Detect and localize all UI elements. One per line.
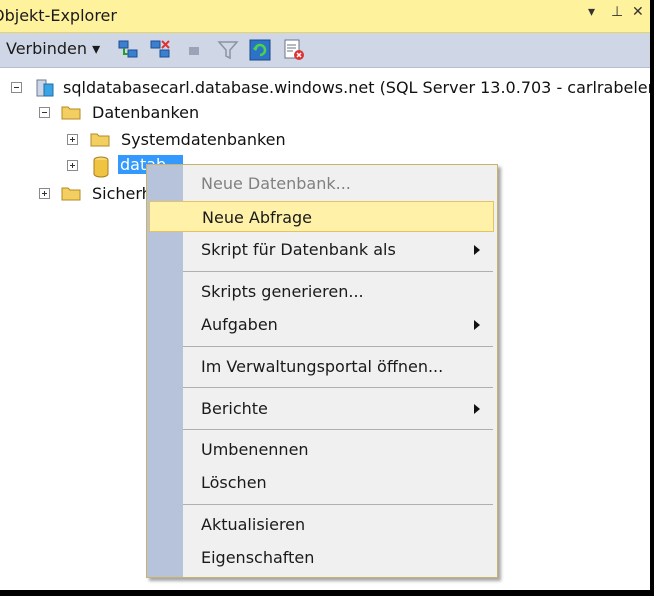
- database-icon: [93, 156, 109, 178]
- menu-item-new-database[interactable]: Neue Datenbank...: [149, 168, 494, 199]
- connect-object-explorer-icon[interactable]: [116, 38, 140, 62]
- collapse-server-icon[interactable]: [11, 82, 22, 93]
- menu-item-rename[interactable]: Umbenennen: [149, 434, 494, 465]
- menu-item-refresh[interactable]: Aktualisieren: [149, 509, 494, 540]
- menu-separator: [183, 429, 493, 430]
- auto-hide-pin-icon[interactable]: ⊥: [611, 4, 623, 20]
- submenu-arrow-icon: [474, 320, 480, 330]
- window-position-icon[interactable]: ▾: [588, 4, 595, 20]
- menu-separator: [183, 504, 493, 505]
- tree-node-databases[interactable]: Datenbanken: [0, 102, 300, 126]
- menu-item-open-management-portal[interactable]: Im Verwaltungsportal öffnen...: [149, 351, 494, 382]
- refresh-icon[interactable]: [248, 38, 272, 62]
- menu-item-tasks[interactable]: Aufgaben: [149, 309, 494, 340]
- menu-separator: [183, 271, 493, 272]
- menu-separator: [183, 346, 493, 347]
- menu-item-new-query[interactable]: Neue Abfrage: [149, 201, 494, 232]
- stop-icon[interactable]: [182, 38, 206, 62]
- security-label: Sicherh: [92, 184, 152, 203]
- expand-security-icon[interactable]: [39, 188, 50, 199]
- submenu-arrow-icon: [474, 245, 480, 255]
- folder-icon: [61, 187, 81, 201]
- expand-database-icon[interactable]: [67, 160, 78, 171]
- tree-node-system-databases[interactable]: Systemdatenbanken: [0, 129, 300, 153]
- submenu-arrow-icon: [474, 404, 480, 414]
- folder-icon: [90, 133, 110, 147]
- folder-icon: [61, 106, 81, 120]
- collapse-databases-icon[interactable]: [39, 107, 50, 118]
- toolbar: Verbinden ▾: [0, 33, 650, 68]
- menu-item-script-database-as[interactable]: Skript für Datenbank als: [149, 234, 494, 265]
- panel-title-bar: Objekt-Explorer ▾ ⊥ ✕: [0, 0, 650, 33]
- close-icon[interactable]: ✕: [632, 4, 644, 20]
- menu-item-delete[interactable]: Löschen: [149, 467, 494, 498]
- filter-icon[interactable]: [216, 38, 240, 62]
- disconnect-icon[interactable]: [148, 38, 172, 62]
- menu-item-reports[interactable]: Berichte: [149, 393, 494, 424]
- connect-button[interactable]: Verbinden ▾: [6, 39, 100, 58]
- activity-monitor-icon[interactable]: [282, 38, 306, 62]
- expand-system-databases-icon[interactable]: [67, 134, 78, 145]
- panel-title: Objekt-Explorer: [0, 6, 117, 25]
- server-label: sqldatabasecarl.database.windows.net (SQ…: [63, 78, 650, 97]
- tree-node-security[interactable]: Sicherh: [0, 183, 160, 207]
- object-explorer-panel: Objekt-Explorer ▾ ⊥ ✕ Verbinden ▾ sqldat…: [0, 0, 650, 590]
- context-menu: Neue Datenbank... Neue Abfrage Skript fü…: [146, 164, 498, 578]
- database-server-icon: [36, 79, 54, 97]
- menu-item-generate-scripts[interactable]: Skripts generieren...: [149, 276, 494, 307]
- menu-item-properties[interactable]: Eigenschaften: [149, 542, 494, 573]
- databases-label: Datenbanken: [92, 103, 200, 122]
- menu-separator: [183, 387, 493, 388]
- system-databases-label: Systemdatenbanken: [121, 130, 286, 149]
- tree-node-server[interactable]: sqldatabasecarl.database.windows.net (SQ…: [0, 77, 650, 101]
